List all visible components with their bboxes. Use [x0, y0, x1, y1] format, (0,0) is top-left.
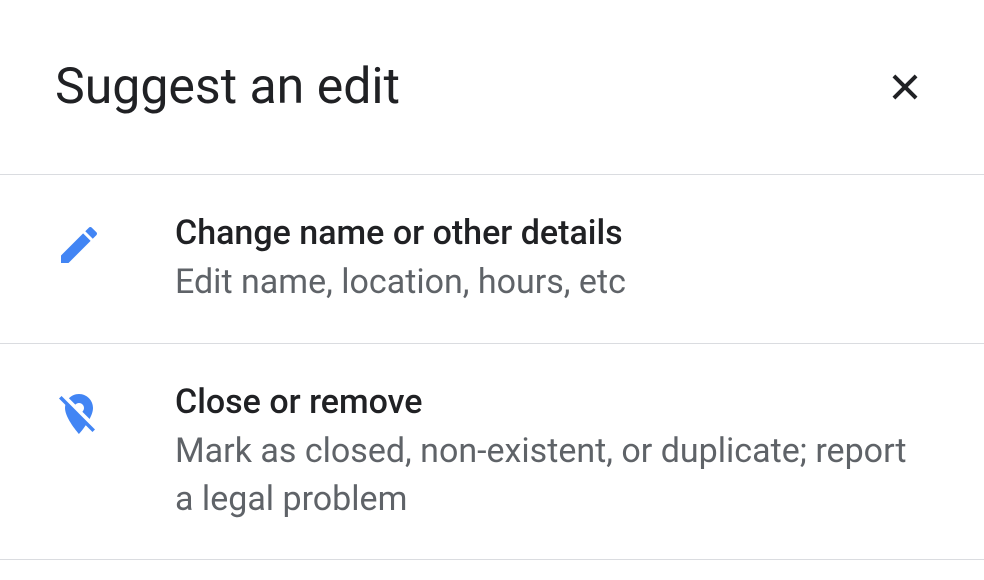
close-icon: [886, 68, 924, 106]
dialog-title: Suggest an edit: [55, 58, 400, 116]
location-off-icon: [55, 390, 103, 438]
option-content: Close or remove Mark as closed, non-exis…: [175, 380, 929, 523]
dialog-header: Suggest an edit: [0, 0, 984, 174]
option-content: Change name or other details Edit name, …: [175, 211, 929, 307]
pencil-icon: [55, 221, 103, 269]
option-close-remove[interactable]: Close or remove Mark as closed, non-exis…: [0, 343, 984, 560]
option-description: Edit name, location, hours, etc: [175, 259, 929, 307]
option-description: Mark as closed, non-existent, or duplica…: [175, 428, 929, 523]
close-button[interactable]: [881, 63, 929, 111]
option-title: Close or remove: [175, 380, 929, 424]
option-change-details[interactable]: Change name or other details Edit name, …: [0, 174, 984, 343]
option-title: Change name or other details: [175, 211, 929, 255]
suggest-edit-dialog: Suggest an edit Change name or other det…: [0, 0, 984, 560]
